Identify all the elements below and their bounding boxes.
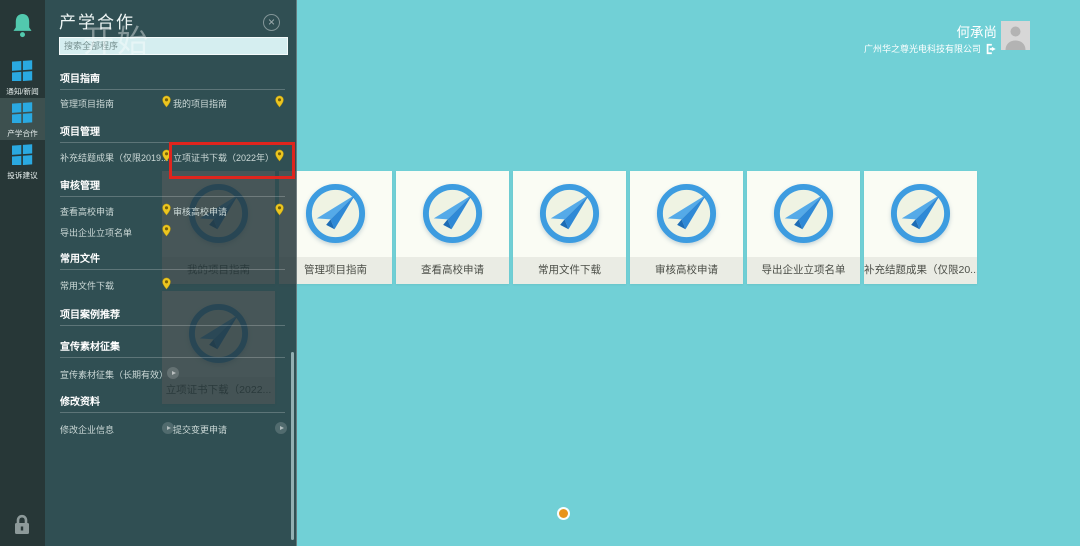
divider [60,412,285,413]
notification-bell-icon[interactable] [11,13,34,38]
menu-item-manage-project-guide[interactable]: 管理项目指南 [60,97,114,110]
paper-plane-icon [889,182,952,245]
menu-item-modify-enterprise-info[interactable]: 修改企业信息 [60,423,114,436]
windows-tiles-icon [12,60,33,86]
company-name: 广州华之尊光电科技有限公司 [864,42,981,55]
menu-item-common-file-download[interactable]: 常用文件下载 [60,279,114,292]
pin-icon [275,95,284,108]
search-input[interactable] [59,37,288,55]
section-header: 项目案例推荐 [60,306,120,321]
app-screen: 我的项目指南 管理项目指南 查看高校申请 常用文件下载 审核高校申请 导出企业立… [0,0,1080,546]
windows-tiles-icon [12,144,33,170]
lock-icon[interactable] [13,514,31,536]
left-rail: 通知/新闻 产学合作 投诉建议 [0,0,45,546]
pagination-dot[interactable] [559,509,568,518]
windows-tiles-icon [12,102,33,128]
app-card-review-university-applications[interactable]: 审核高校申请 [630,171,743,284]
menu-item-my-project-guide[interactable]: 我的项目指南 [173,97,227,110]
menu-item-review-university-applications[interactable]: 审核高校申请 [173,205,227,218]
divider [60,269,285,270]
pin-icon [162,203,171,216]
card-label: 补充结题成果（仅限20... [864,257,977,284]
divider [60,357,285,358]
menu-item-supplementary-results[interactable]: 补充结题成果（仅限2019... [60,151,169,164]
avatar[interactable] [1001,21,1030,50]
divider [60,196,285,197]
section-header: 修改资料 [60,393,100,408]
user-company-row: 广州华之尊光电科技有限公司 [864,42,997,55]
section-header: 宣传素材征集 [60,338,120,353]
app-card-common-file-download[interactable]: 常用文件下载 [513,171,626,284]
user-name: 何承尚 [957,21,998,41]
menu-item-export-enterprise-list[interactable]: 导出企业立项名单 [60,226,132,239]
rail-item-complaints-suggestions[interactable]: 投诉建议 [0,140,45,182]
divider [60,142,285,143]
paper-plane-icon [538,182,601,245]
close-icon[interactable]: × [263,14,280,31]
section-header: 审核管理 [60,177,100,192]
pin-icon [275,203,284,216]
divider [60,325,285,326]
start-menu-panel: 产学合作 × 开始 项目指南 管理项目指南 我的项目指南 项目管理 补充结题成果… [45,0,297,546]
panel-title: 产学合作 [59,8,135,33]
circle-arrow-icon [167,367,179,379]
paper-plane-icon [772,182,835,245]
rail-item-label: 通知/新闻 [1,86,44,96]
menu-item-submit-change-request[interactable]: 提交变更申请 [173,423,227,436]
pin-icon [162,224,171,237]
pin-icon [162,149,171,162]
rail-item-label: 投诉建议 [1,170,44,180]
paper-plane-icon [421,182,484,245]
card-label: 常用文件下载 [513,257,626,284]
logout-icon[interactable] [985,43,997,55]
panel-scrollbar[interactable] [291,352,294,540]
section-header: 项目管理 [60,123,100,138]
app-card-export-enterprise-list[interactable]: 导出企业立项名单 [747,171,860,284]
card-label: 审核高校申请 [630,257,743,284]
section-header: 常用文件 [60,250,100,265]
card-label: 查看高校申请 [396,257,509,284]
pin-icon [162,277,171,290]
app-card-view-university-applications[interactable]: 查看高校申请 [396,171,509,284]
menu-item-promo-material-collection[interactable]: 宣传素材征集（长期有效） [60,368,168,381]
rail-item-notifications-news[interactable]: 通知/新闻 [0,56,45,98]
paper-plane-icon [304,182,367,245]
menu-item-view-university-applications[interactable]: 查看高校申请 [60,205,114,218]
card-label: 导出企业立项名单 [747,257,860,284]
menu-item-project-certificate-download[interactable]: 立项证书下载（2022年） [173,151,274,164]
paper-plane-icon [655,182,718,245]
pin-icon [162,95,171,108]
circle-arrow-icon [275,422,287,434]
divider [60,89,285,90]
rail-item-label: 产学合作 [1,128,44,138]
app-card-supplementary-results[interactable]: 补充结题成果（仅限20... [864,171,977,284]
pin-icon [275,149,284,162]
section-header: 项目指南 [60,70,100,85]
rail-item-industry-academia[interactable]: 产学合作 [0,98,45,140]
